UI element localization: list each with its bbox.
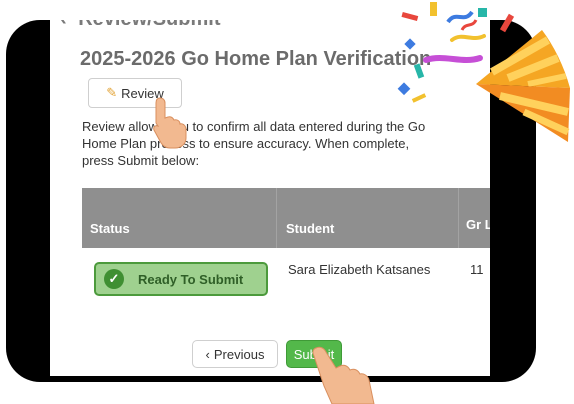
table-header: Status Student Gr Le [82, 188, 490, 248]
table-row: ✓ Ready To Submit Sara Elizabeth Katsane… [82, 248, 490, 308]
grade-level: 11 [470, 262, 484, 277]
back-icon[interactable]: ‹ [60, 20, 67, 31]
students-table: Status Student Gr Le ✓ Ready To Submit S… [82, 188, 490, 308]
column-divider [276, 188, 277, 248]
canvas: ‹ Review/Submit 2025-2026 Go Home Plan V… [0, 0, 574, 404]
hand-pointer-icon [153, 97, 187, 149]
previous-button[interactable]: ‹ Previous [192, 340, 278, 368]
page-title: 2025-2026 Go Home Plan Verification [80, 48, 432, 70]
party-popper-icon [397, 2, 570, 142]
column-header-grade: Gr Le [466, 217, 490, 232]
status-badge: ✓ Ready To Submit [94, 262, 268, 296]
pencil-icon: ✎ [106, 85, 118, 100]
check-icon: ✓ [104, 269, 124, 289]
instructions-text: Review allows you to confirm all data en… [82, 119, 426, 168]
top-header: ‹ Review/Submit [60, 20, 221, 32]
hand-pointer-icon [312, 346, 375, 404]
header-title: Review/Submit [78, 20, 220, 30]
column-divider [458, 188, 459, 248]
previous-button-label: Previous [213, 346, 265, 362]
chevron-left-icon: ‹ [205, 346, 210, 362]
column-header-student: Student [286, 221, 335, 236]
student-name: Sara Elizabeth Katsanes [288, 262, 431, 277]
status-badge-label: Ready To Submit [138, 271, 244, 287]
column-header-status: Status [90, 221, 130, 236]
